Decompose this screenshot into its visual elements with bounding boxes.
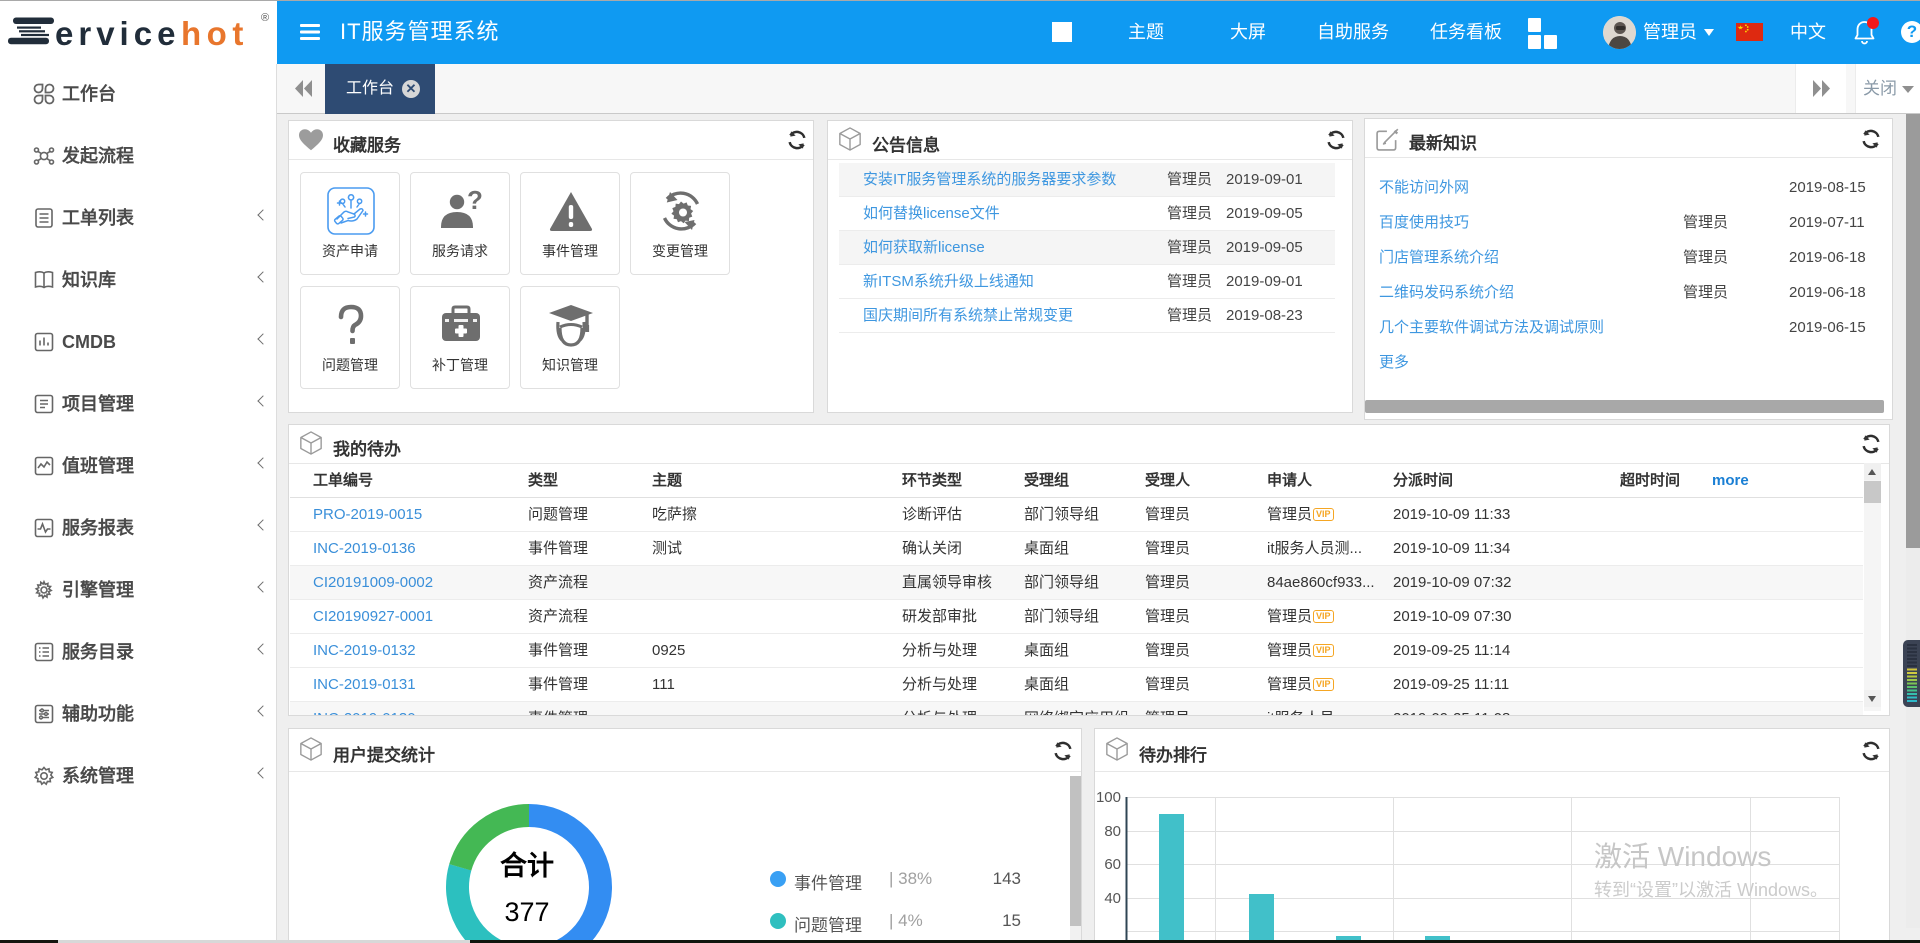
svg-text:?: ? (467, 187, 483, 215)
svg-text:®: ® (261, 12, 269, 24)
svg-text:hot: hot (181, 15, 249, 52)
svg-text:100: 100 (1096, 789, 1121, 806)
svg-text:40: 40 (1104, 890, 1121, 907)
svg-text:80: 80 (1104, 823, 1121, 840)
svg-text:60: 60 (1104, 856, 1121, 873)
svg-text:ervice: ervice (55, 15, 180, 52)
